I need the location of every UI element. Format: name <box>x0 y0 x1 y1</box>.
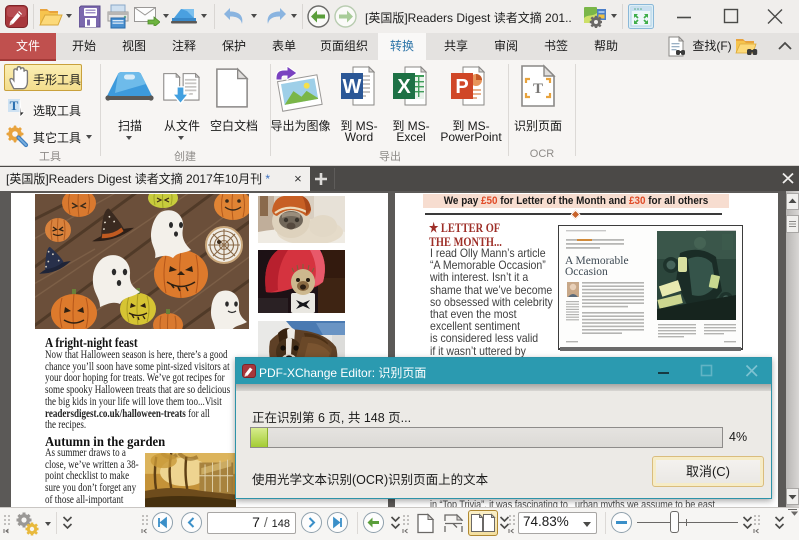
svg-text:X: X <box>397 76 411 98</box>
svg-text:W: W <box>343 76 362 98</box>
svg-text:T: T <box>10 98 19 113</box>
svg-text:Occasion: Occasion <box>565 266 608 278</box>
svg-text:P: P <box>455 76 468 98</box>
svg-text:T: T <box>533 81 543 97</box>
